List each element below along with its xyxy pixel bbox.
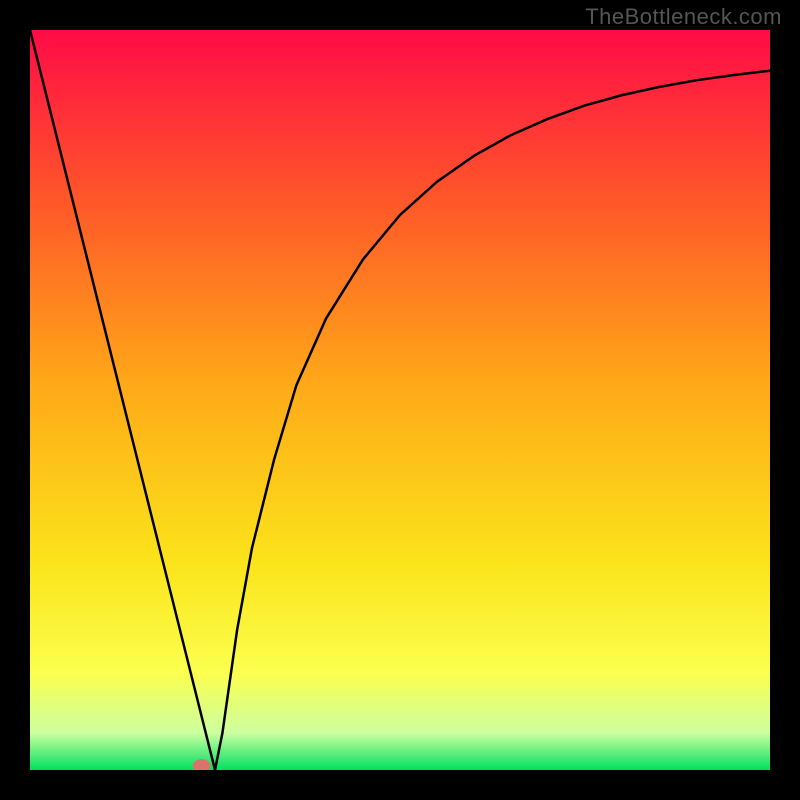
plot-area [30,30,770,770]
chart-svg [30,30,770,770]
chart-container: TheBottleneck.com [0,0,800,800]
gradient-background [30,30,770,770]
watermark-text: TheBottleneck.com [585,4,782,30]
